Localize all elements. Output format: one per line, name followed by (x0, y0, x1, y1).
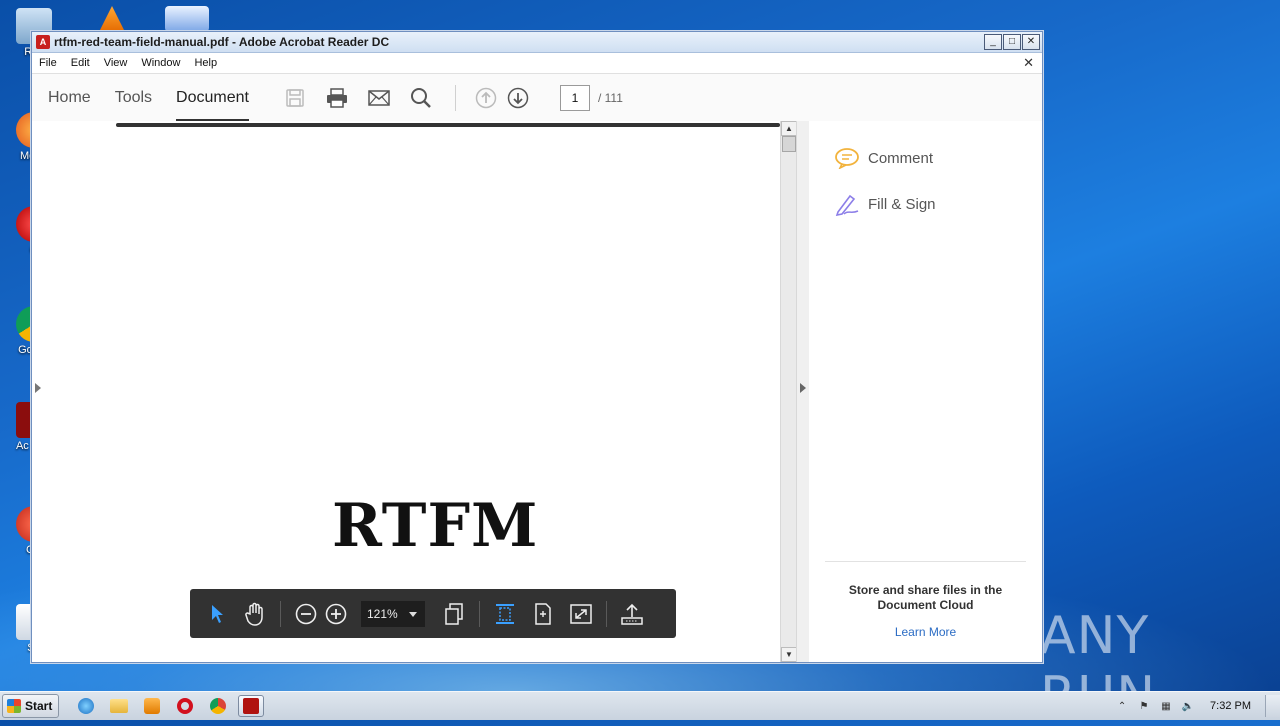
taskbar: Start ⌃ ⚑ ▦ 🔈 7:32 PM (0, 691, 1280, 720)
fill-sign-pen-icon (834, 193, 860, 216)
page-number-input[interactable]: 1 (559, 85, 590, 111)
word-document-icon (165, 6, 209, 32)
start-label: Start (25, 699, 53, 713)
page-total: / 111 (597, 91, 623, 105)
window-title: rtfm-red-team-field-manual.pdf - Adobe A… (54, 35, 390, 49)
next-page-icon[interactable] (506, 86, 530, 110)
menu-bar: File Edit View Window Help ✕ (32, 53, 1042, 74)
float-separator (479, 600, 480, 627)
fill-sign-label: Fill & Sign (868, 195, 936, 213)
content-area: RTFM 121% ▲ ▼ Comment Fill & Sign Store … (32, 121, 1042, 662)
fill-sign-tool[interactable]: Fill & Sign (834, 193, 936, 216)
right-pane-toggle-icon[interactable] (800, 383, 806, 393)
menu-file[interactable]: File (32, 57, 64, 69)
show-hidden-icons-icon[interactable]: ⌃ (1114, 698, 1130, 714)
folder-icon (110, 699, 129, 713)
taskbar-acrobat[interactable] (238, 695, 265, 717)
windows-logo-icon (7, 699, 21, 713)
comment-label: Comment (868, 149, 934, 167)
acrobat-app-icon: A (36, 35, 50, 49)
menu-window[interactable]: Window (134, 57, 187, 69)
desktop-icon-word[interactable] (162, 6, 212, 34)
maximize-button[interactable]: □ (1003, 34, 1021, 50)
window-controls: _ □ ✕ (984, 34, 1040, 50)
clock[interactable]: 7:32 PM (1210, 700, 1251, 712)
menu-edit[interactable]: Edit (64, 57, 97, 69)
taskbar-opera[interactable] (172, 695, 198, 717)
acrobat-window: A rtfm-red-team-field-manual.pdf - Adobe… (31, 31, 1043, 663)
pane-separator (825, 561, 1026, 562)
zoom-level-select[interactable]: 121% (361, 600, 425, 627)
network-icon[interactable]: ▦ (1158, 698, 1174, 714)
comment-icon (834, 147, 860, 169)
email-icon[interactable] (367, 86, 391, 110)
learn-more-link[interactable]: Learn More (809, 625, 1042, 639)
floating-toolbar: 121% (190, 589, 676, 638)
tab-document[interactable]: Document (176, 74, 249, 122)
comment-tool[interactable]: Comment (834, 147, 933, 169)
show-desktop-button[interactable] (1265, 695, 1280, 717)
scroll-thumb[interactable] (782, 136, 796, 152)
scroll-down-button[interactable]: ▼ (781, 647, 797, 662)
float-separator (606, 600, 607, 627)
close-button[interactable]: ✕ (1022, 34, 1040, 50)
zoom-in-icon[interactable] (323, 601, 349, 627)
hand-tool-icon[interactable] (242, 601, 268, 627)
scroll-up-button[interactable]: ▲ (781, 121, 797, 136)
title-bar[interactable]: A rtfm-red-team-field-manual.pdf - Adobe… (32, 32, 1042, 53)
pane-divider[interactable] (796, 121, 810, 662)
opera-icon (177, 698, 194, 714)
zoom-level-value: 121% (367, 606, 398, 621)
internet-explorer-icon (78, 698, 95, 714)
page-display-icon[interactable] (441, 601, 467, 627)
save-icon[interactable] (283, 86, 307, 110)
taskbar-ie[interactable] (73, 695, 99, 717)
zoom-out-icon[interactable] (293, 601, 319, 627)
vlc-icon (99, 6, 125, 32)
vertical-scrollbar[interactable]: ▲ ▼ (780, 121, 797, 662)
volume-icon[interactable]: 🔈 (1180, 698, 1196, 714)
action-center-icon[interactable]: ⚑ (1136, 698, 1152, 714)
fit-page-icon[interactable] (530, 601, 556, 627)
main-toolbar: Home Tools Document 1 / 111 (32, 74, 1042, 123)
print-icon[interactable] (325, 86, 349, 110)
desktop-icon-vlc[interactable] (92, 6, 132, 34)
chrome-icon (210, 698, 227, 714)
acrobat-icon (243, 698, 260, 714)
float-separator (280, 600, 281, 627)
tab-tools[interactable]: Tools (115, 74, 152, 122)
tab-home[interactable]: Home (48, 74, 91, 122)
document-cloud-promo: Store and share files in the Document Cl… (848, 583, 1003, 612)
minimize-button[interactable]: _ (984, 34, 1002, 50)
full-screen-icon[interactable] (568, 601, 594, 627)
taskbar-chrome[interactable] (205, 695, 231, 717)
document-title-text: RTFM (332, 491, 539, 561)
document-view[interactable]: RTFM 121% ▲ ▼ (32, 121, 799, 662)
left-pane-toggle-icon[interactable] (35, 383, 41, 393)
system-tray: ⌃ ⚑ ▦ 🔈 7:32 PM (1108, 692, 1280, 720)
media-player-icon (144, 698, 161, 714)
menu-view[interactable]: View (97, 57, 135, 69)
fit-width-icon[interactable] (492, 601, 518, 627)
previous-page-icon[interactable] (474, 86, 498, 110)
close-document-button[interactable]: ✕ (1023, 55, 1034, 71)
select-tool-icon[interactable] (204, 601, 230, 627)
toolbar-separator (454, 85, 456, 111)
taskbar-explorer[interactable] (106, 695, 132, 717)
chevron-down-icon (409, 611, 417, 617)
share-upload-icon[interactable] (619, 601, 645, 627)
menu-help[interactable]: Help (187, 57, 224, 69)
search-icon[interactable] (409, 86, 433, 110)
start-button[interactable]: Start (2, 694, 60, 718)
taskbar-media-player[interactable] (139, 695, 165, 717)
tools-pane: Comment Fill & Sign Store and share file… (809, 121, 1042, 662)
page-top-rule (116, 123, 780, 127)
